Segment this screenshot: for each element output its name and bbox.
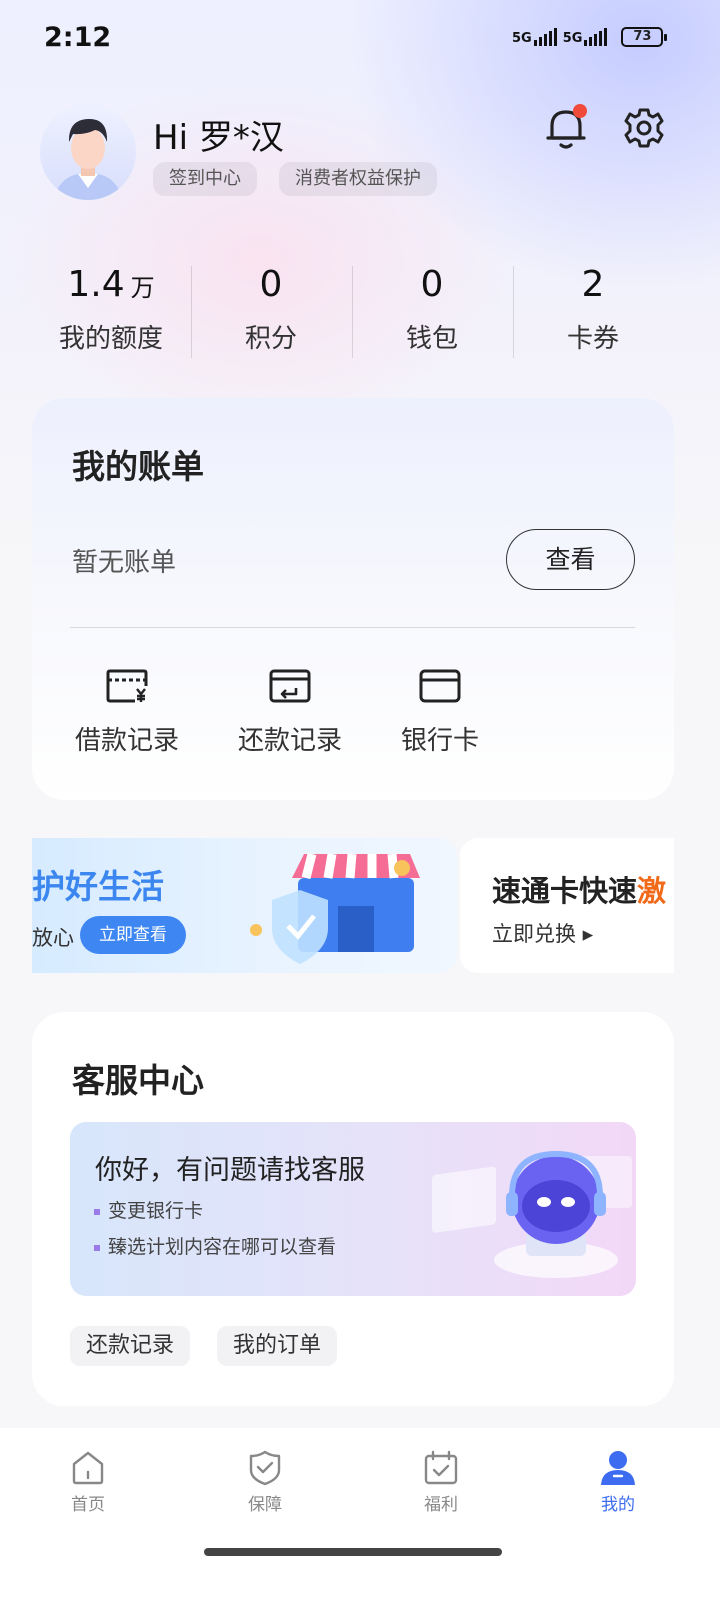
tag-repay-records[interactable]: 还款记录	[70, 1326, 191, 1366]
stat-label: 积分	[244, 324, 297, 354]
quick-action-label: 银行卡	[400, 726, 479, 756]
stat-wallet[interactable]: 0 钱包	[352, 264, 512, 355]
bank-card-icon	[419, 669, 461, 703]
battery-icon: 73	[621, 27, 668, 47]
avatar[interactable]	[40, 104, 136, 200]
stat-label: 卡券	[566, 324, 619, 354]
bank-card-button[interactable]: 银行卡	[395, 668, 485, 757]
status-time: 2:12	[44, 22, 112, 53]
banner-title-highlight: 激	[637, 874, 667, 908]
user-icon	[601, 1451, 635, 1485]
nav-mine[interactable]: 我的	[570, 1450, 666, 1515]
stat-value: 0	[259, 264, 283, 305]
calendar-check-icon	[424, 1450, 458, 1485]
stat-value: 1.4	[67, 264, 125, 305]
stat-coupons[interactable]: 2 卡券	[513, 264, 673, 355]
nav-home[interactable]: 首页	[40, 1450, 136, 1515]
banner-subtitle: 放心	[32, 926, 74, 950]
service-banner[interactable]: 你好，有问题请找客服 变更银行卡 臻选计划内容在哪可以查看	[70, 1122, 636, 1296]
stat-unit: 万	[130, 274, 155, 302]
loan-records-button[interactable]: 借款记录	[72, 668, 182, 757]
network-type: 5G	[512, 31, 532, 46]
faq-plan-content[interactable]: 臻选计划内容在哪可以查看	[94, 1232, 336, 1259]
nav-benefits[interactable]: 福利	[393, 1450, 489, 1515]
bill-empty-text: 暂无账单	[72, 548, 177, 578]
view-bill-button[interactable]: 查看	[506, 529, 635, 590]
view-now-button[interactable]: 立即查看	[80, 916, 186, 954]
nav-label: 我的	[601, 1495, 635, 1515]
stat-label: 钱包	[405, 324, 458, 354]
stat-label: 我的额度	[58, 324, 163, 354]
promo-banner-protection[interactable]: 护好生活 放心 立即查看	[32, 838, 457, 973]
home-indicator[interactable]	[204, 1548, 502, 1556]
shop-shield-illustration	[250, 852, 420, 964]
promo-banner-card[interactable]: 速通卡快速激 立即兑换 ▸	[460, 838, 674, 973]
robot-agent-illustration	[432, 1150, 632, 1278]
service-title: 客服中心	[72, 1061, 204, 1100]
network-type-2: 5G	[562, 31, 583, 46]
banner-title: 护好生活	[32, 867, 164, 906]
repay-records-button[interactable]: 还款记录	[235, 668, 345, 757]
nav-label: 保障	[248, 1495, 282, 1515]
nav-label: 福利	[424, 1495, 458, 1515]
stat-value: 2	[581, 264, 605, 305]
service-greeting: 你好，有问题请找客服	[95, 1155, 365, 1186]
stat-credit[interactable]: 1.4 万 我的额度	[31, 264, 191, 355]
status-icons: 5G 5G 73	[512, 22, 668, 52]
banner-title-text: 速通卡快速	[492, 874, 638, 908]
faq-change-bank-card[interactable]: 变更银行卡	[94, 1196, 203, 1223]
home-icon	[72, 1451, 104, 1485]
nav-label: 首页	[71, 1495, 105, 1515]
user-greeting: Hi 罗*汉	[153, 118, 284, 158]
loan-record-icon	[106, 669, 148, 703]
shield-icon	[249, 1450, 281, 1486]
bill-title: 我的账单	[72, 447, 204, 486]
signal-icon: 5G	[512, 28, 557, 46]
stat-value: 0	[420, 264, 444, 305]
promo-carousel[interactable]: 护好生活 放心 立即查看 速通卡快速激 立即兑换 ▸	[32, 838, 674, 973]
repay-record-icon	[269, 669, 311, 703]
quick-action-label: 借款记录	[74, 726, 179, 756]
divider	[70, 627, 635, 628]
stat-points[interactable]: 0 积分	[191, 264, 351, 355]
quick-action-label: 还款记录	[237, 726, 342, 756]
redeem-now-link[interactable]: 立即兑换 ▸	[492, 918, 593, 948]
banner-title: 速通卡快速激	[492, 868, 666, 910]
consumer-rights-chip[interactable]: 消费者权益保护	[279, 162, 437, 196]
tag-my-orders[interactable]: 我的订单	[217, 1326, 338, 1366]
signal-icon-2: 5G	[563, 28, 608, 46]
checkin-center-chip[interactable]: 签到中心	[153, 162, 257, 196]
nav-protection[interactable]: 保障	[217, 1450, 313, 1515]
notification-dot	[573, 104, 587, 118]
gear-icon[interactable]	[622, 106, 666, 150]
